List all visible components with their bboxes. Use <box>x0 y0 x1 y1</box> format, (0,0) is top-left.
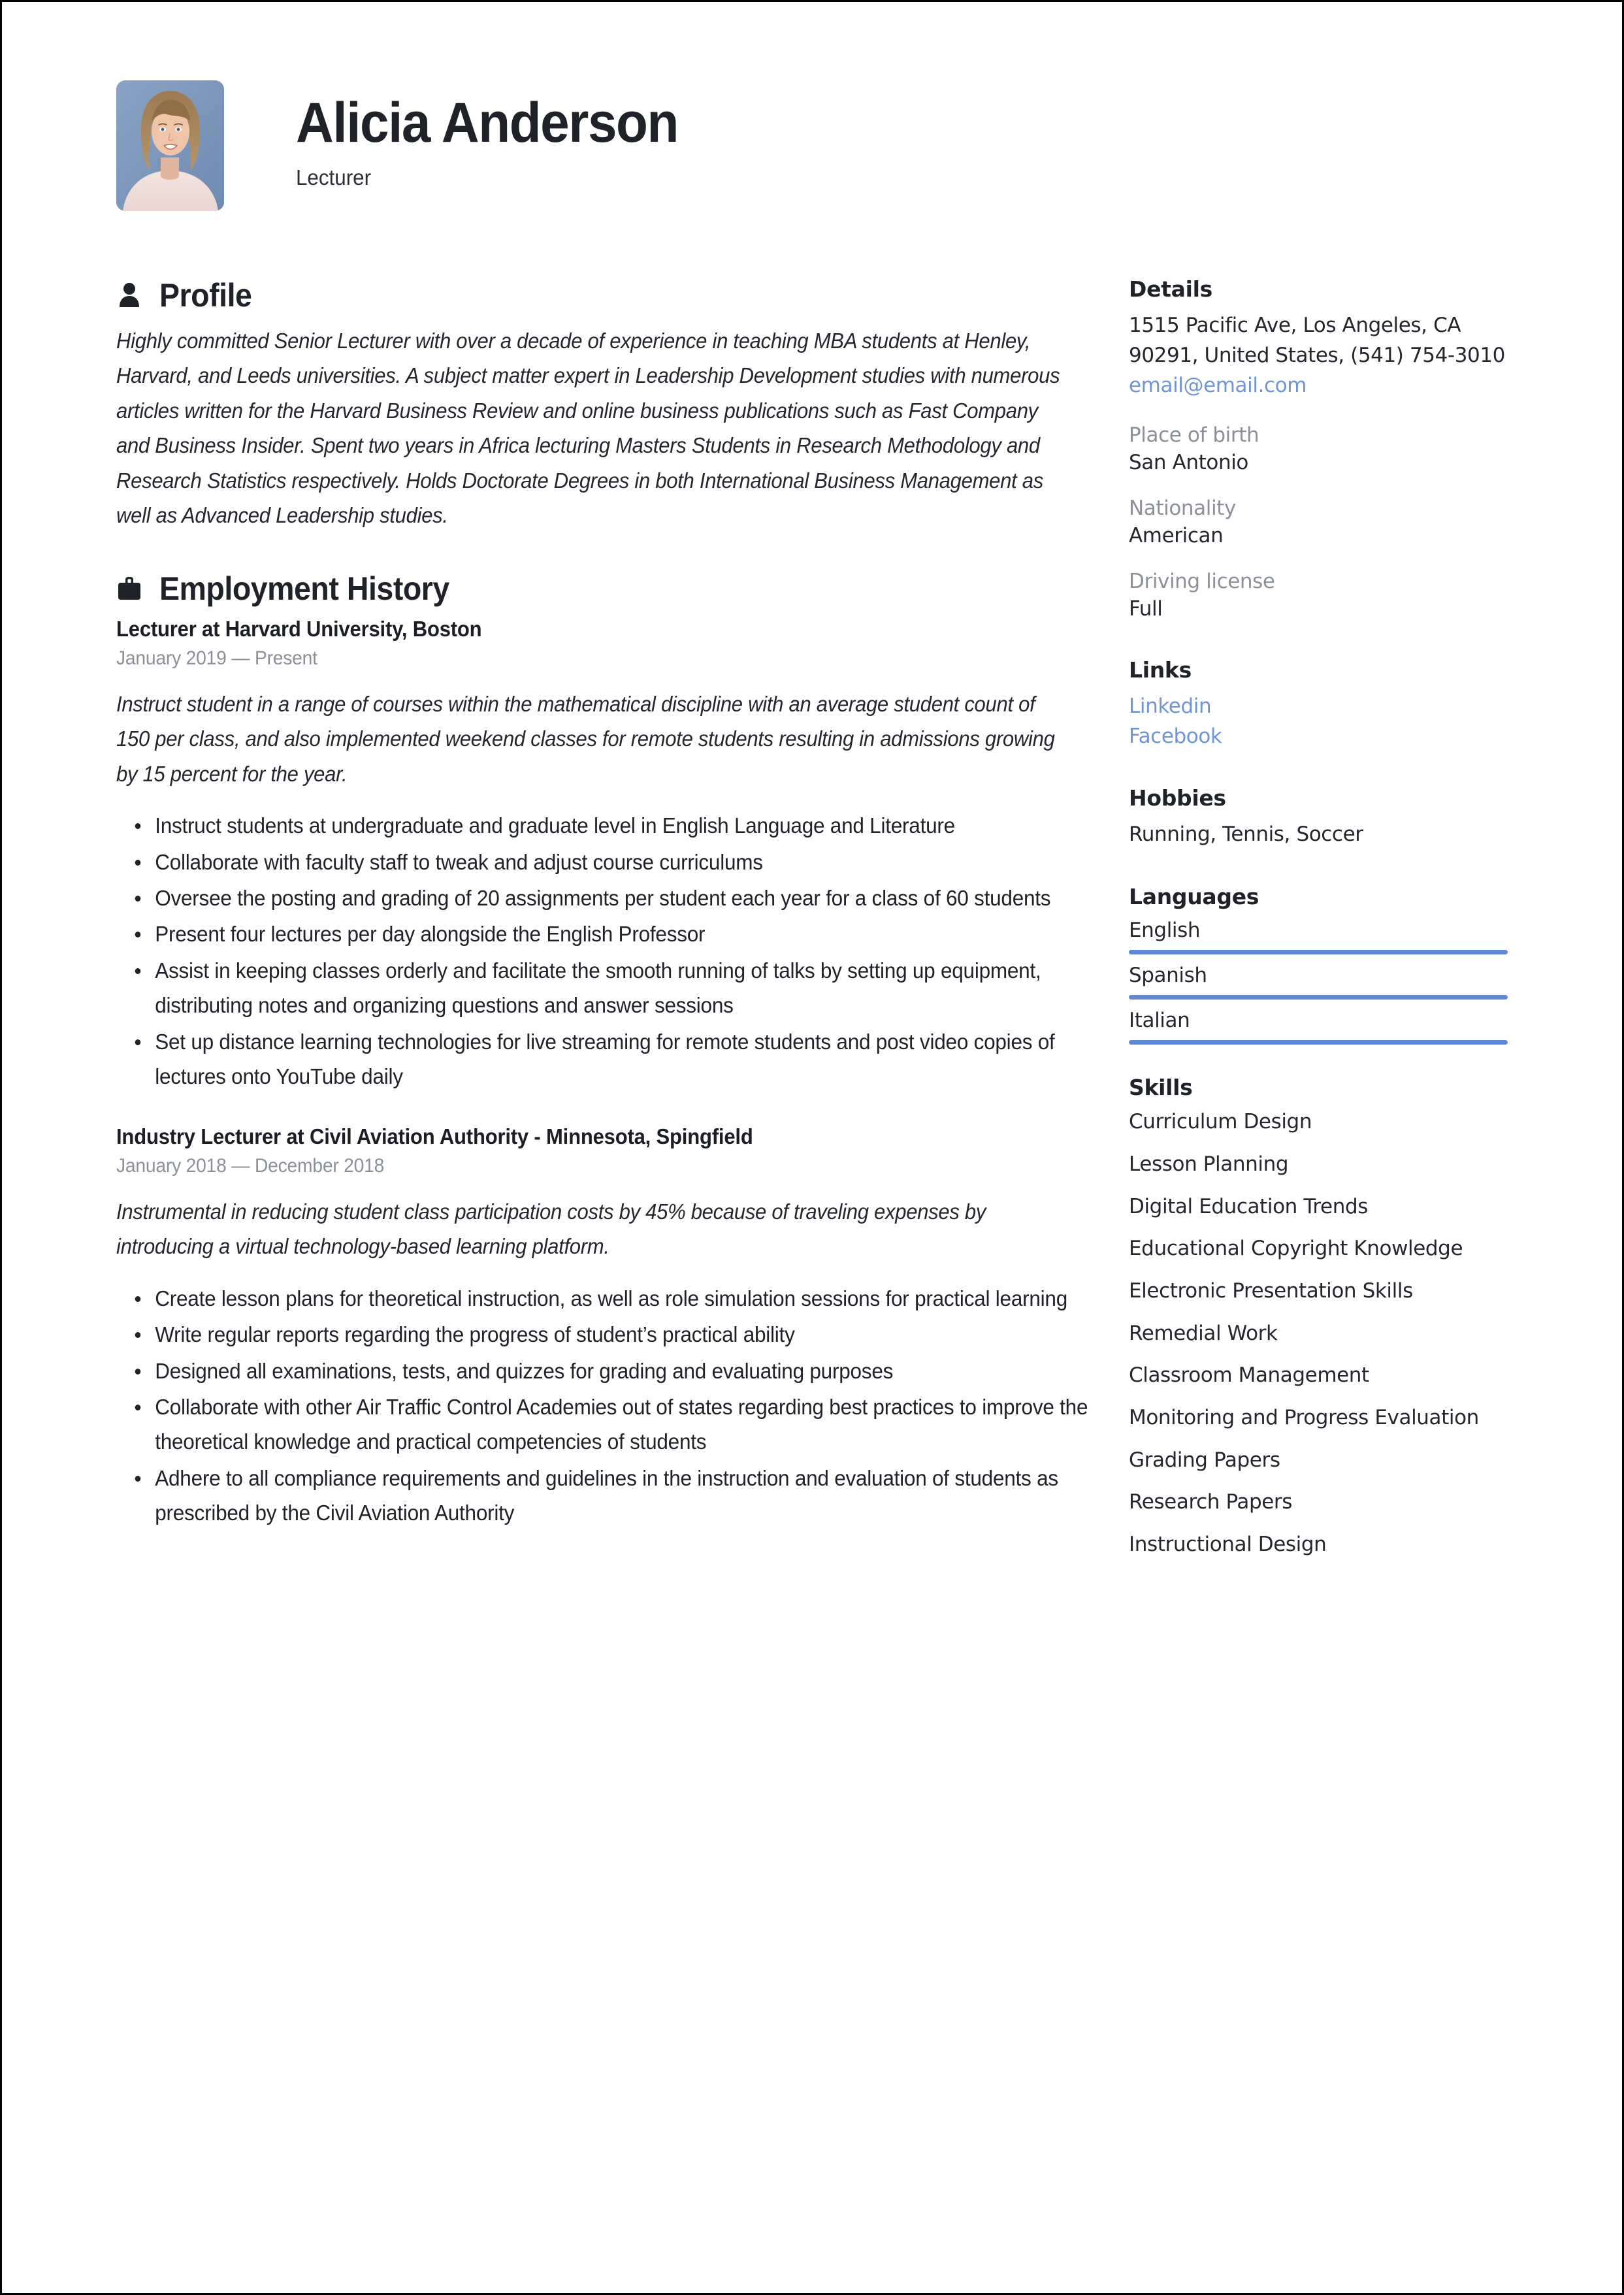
portrait-photo-icon <box>116 80 224 211</box>
skill-item: Curriculum Design <box>1129 1110 1312 1134</box>
label-place-of-birth: Place of birth <box>1129 423 1259 447</box>
language-name: Italian <box>1129 1009 1190 1033</box>
job-title: Lecturer <box>296 165 372 189</box>
value-driving-license: Full <box>1129 596 1163 621</box>
job-heading: Lecturer at Harvard University, Boston <box>116 616 482 641</box>
list-item: Collaborate with faculty staff to tweak … <box>116 845 1096 879</box>
profile-heading: Profile <box>116 276 1064 314</box>
job-dates: January 2018 — December 2018 <box>116 1154 385 1177</box>
resume-header: Alicia Anderson Lecturer <box>116 80 1521 224</box>
list-item: Collaborate with other Air Traffic Contr… <box>116 1390 1096 1459</box>
job-entry: Lecturer at Harvard University, Boston J… <box>116 617 1064 1094</box>
briefcase-icon <box>116 574 142 603</box>
skill-item: Lesson Planning <box>1129 1152 1289 1176</box>
link-linkedin[interactable]: Linkedin <box>1129 692 1521 722</box>
skill-item: Classroom Management <box>1129 1363 1369 1388</box>
language-level-bar <box>1129 1040 1508 1045</box>
skill-item: Monitoring and Progress Evaluation <box>1129 1405 1479 1429</box>
language-level-bar <box>1129 950 1508 955</box>
resume-page: Alicia Anderson Lecturer Profile Highly <box>0 0 1624 2295</box>
list-item: Set up distance learning technologies fo… <box>116 1024 1096 1094</box>
list-item: Present four lectures per day alongside … <box>116 917 1096 951</box>
section-title-employment: Employment History <box>159 570 449 607</box>
list-item: Write regular reports regarding the prog… <box>116 1317 1096 1352</box>
skill-item: Educational Copyright Knowledge <box>1129 1237 1463 1261</box>
skill-item: Grading Papers <box>1129 1448 1280 1472</box>
main-column: Profile Highly committed Senior Lecturer… <box>116 276 1088 1532</box>
avatar <box>116 80 224 211</box>
sidebar-section-languages: Languages English Spanish Italian <box>1129 884 1521 1045</box>
language-level-bar <box>1129 995 1508 1000</box>
employment-heading: Employment History <box>116 570 1064 608</box>
section-title-profile: Profile <box>159 277 252 314</box>
job-dates: January 2019 — Present <box>116 647 317 669</box>
skill-item: Instructional Design <box>1129 1532 1327 1556</box>
address-text: 1515 Pacific Ave, Los Angeles, CA 90291,… <box>1129 314 1506 367</box>
sidebar-title-languages: Languages <box>1129 884 1259 910</box>
language-item: Spanish <box>1129 964 1521 1000</box>
language-level-fill <box>1129 995 1508 1000</box>
job-bullets: Create lesson plans for theoretical inst… <box>116 1281 1088 1531</box>
job-entry: Industry Lecturer at Civil Aviation Auth… <box>116 1124 1088 1531</box>
skill-item: Digital Education Trends <box>1129 1194 1368 1218</box>
skill-item: Remedial Work <box>1129 1321 1278 1345</box>
job-description: Instrumental in reducing student class p… <box>116 1199 986 1259</box>
list-item: Assist in keeping classes orderly and fa… <box>116 953 1096 1023</box>
sidebar-title-details: Details <box>1129 276 1212 302</box>
list-item: Adhere to all compliance requirements an… <box>116 1461 1096 1531</box>
sidebar-title-skills: Skills <box>1129 1075 1193 1101</box>
language-name: Spanish <box>1129 964 1207 988</box>
skill-item: Electronic Presentation Skills <box>1129 1278 1413 1303</box>
language-item: English <box>1129 919 1521 955</box>
language-item: Italian <box>1129 1009 1521 1045</box>
page-title: Alicia Anderson <box>296 91 679 154</box>
hobbies-text: Running, Tennis, Soccer <box>1129 822 1363 847</box>
section-employment: Employment History Lecturer at Harvard U… <box>116 570 1088 1531</box>
section-profile: Profile Highly committed Senior Lecturer… <box>116 276 1064 533</box>
language-level-fill <box>1129 950 1508 955</box>
job-description: Instruct student in a range of courses w… <box>116 691 1055 786</box>
value-nationality: American <box>1129 523 1224 547</box>
sidebar-section-details: Details 1515 Pacific Ave, Los Angeles, C… <box>1129 276 1521 621</box>
sidebar-title-links: Links <box>1129 657 1192 683</box>
link-facebook[interactable]: Facebook <box>1129 722 1521 752</box>
sidebar-section-links: Links Linkedin Facebook <box>1129 657 1521 752</box>
language-name: English <box>1129 919 1201 943</box>
list-item: Create lesson plans for theoretical inst… <box>116 1281 1096 1316</box>
label-driving-license: Driving license <box>1129 569 1275 593</box>
email-link[interactable]: email@email.com <box>1129 371 1521 401</box>
sidebar: Details 1515 Pacific Ave, Los Angeles, C… <box>1129 276 1521 1587</box>
sidebar-section-skills: Skills Curriculum Design Lesson Planning… <box>1129 1075 1521 1557</box>
list-item: Instruct students at undergraduate and g… <box>116 808 1096 843</box>
sidebar-section-hobbies: Hobbies Running, Tennis, Soccer <box>1129 785 1521 850</box>
person-icon <box>116 281 142 310</box>
language-level-fill <box>1129 1040 1508 1045</box>
job-bullets: Instruct students at undergraduate and g… <box>116 808 1064 1094</box>
skill-item: Research Papers <box>1129 1490 1292 1514</box>
list-item: Oversee the posting and grading of 20 as… <box>116 881 1096 915</box>
list-item: Designed all examinations, tests, and qu… <box>116 1354 1096 1388</box>
label-nationality: Nationality <box>1129 496 1236 520</box>
job-heading: Industry Lecturer at Civil Aviation Auth… <box>116 1124 753 1148</box>
value-place-of-birth: San Antonio <box>1129 450 1248 474</box>
sidebar-title-hobbies: Hobbies <box>1129 785 1226 811</box>
profile-text: Highly committed Senior Lecturer with ov… <box>116 329 1060 528</box>
